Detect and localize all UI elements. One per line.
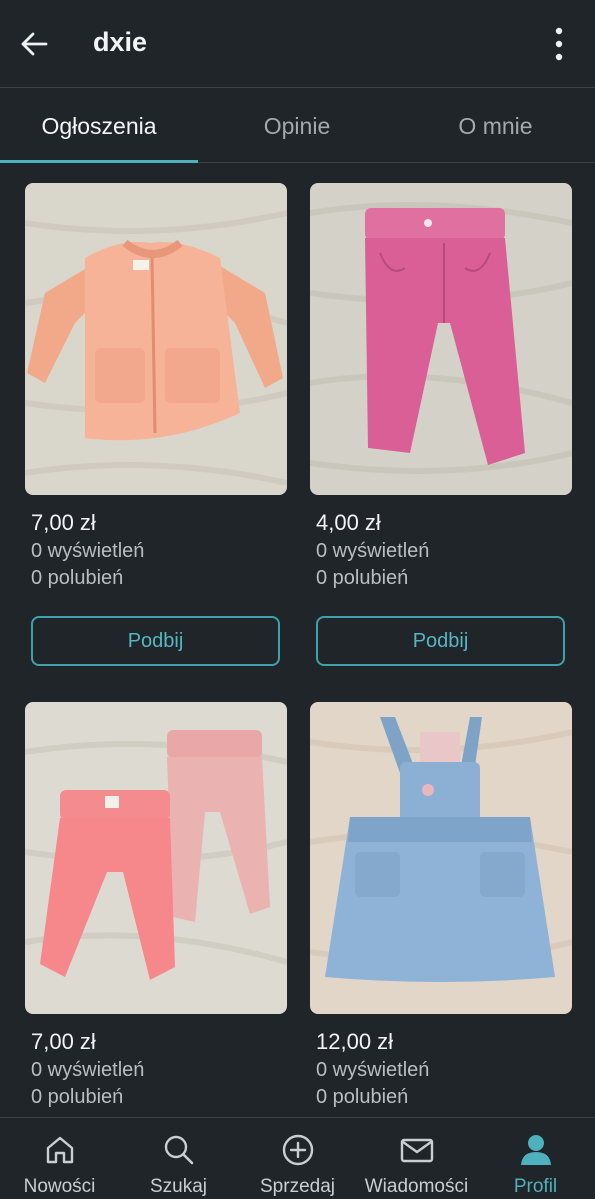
listing-price: 7,00 zł — [31, 1029, 96, 1054]
search-icon — [164, 1135, 193, 1165]
nav-label: Profil — [513, 1176, 558, 1197]
listing-likes: 0 polubień — [316, 1086, 409, 1108]
boost-button[interactable]: Podbij — [31, 616, 280, 666]
plus-circle-icon — [282, 1134, 313, 1166]
tab-label: Opinie — [263, 112, 331, 139]
nav-label: Szukaj — [149, 1176, 208, 1197]
listing-likes: 0 polubień — [31, 567, 124, 589]
tab-about[interactable]: O mnie — [396, 89, 595, 163]
boost-button[interactable]: Podbij — [316, 616, 565, 666]
listing-photo-leggings[interactable] — [25, 702, 287, 1014]
nav-item-news[interactable]: Nowości — [0, 1118, 119, 1199]
listing-photo-pants[interactable] — [310, 183, 572, 495]
home-icon — [46, 1136, 73, 1164]
listing-price: 7,00 zł — [31, 510, 96, 535]
page-title: dxie — [93, 27, 148, 57]
nav-label: Sprzedaj — [260, 1176, 335, 1197]
tab-listings[interactable]: Ogłoszenia — [0, 89, 198, 163]
listing-views: 0 wyświetleń — [316, 1059, 430, 1081]
listing-card[interactable]: 12,00 zł 0 wyświetleń 0 polubień — [310, 702, 572, 1108]
listing-views: 0 wyświetleń — [31, 1059, 145, 1081]
nav-label: Nowości — [23, 1176, 96, 1197]
nav-item-sell[interactable]: Sprzedaj — [238, 1118, 357, 1199]
tab-label: Ogłoszenia — [41, 112, 157, 139]
tab-label: O mnie — [458, 112, 533, 139]
nav-label: Wiadomości — [364, 1176, 469, 1197]
listing-card[interactable]: 4,00 zł 0 wyświetleń 0 polubień Podbij — [310, 183, 572, 666]
listing-card[interactable]: 7,00 zł 0 wyświetleń 0 polubień Podbij — [25, 183, 287, 666]
nav-item-profile[interactable]: Profil — [476, 1118, 595, 1199]
more-options-button[interactable] — [545, 24, 573, 64]
listing-views: 0 wyświetleń — [31, 540, 145, 562]
top-app-bar: dxie — [0, 0, 595, 88]
arrow-left-icon — [21, 32, 48, 56]
bottom-navigation: Nowości Szukaj Sprzedaj Wiadomości Profi… — [0, 1117, 595, 1199]
more-vertical-icon — [555, 27, 563, 61]
listing-photo-denim-dress[interactable] — [310, 702, 572, 1014]
active-tab-indicator — [0, 160, 198, 163]
listing-card[interactable]: 7,00 zł 0 wyświetleń 0 polubień — [25, 702, 287, 1108]
listing-photo-jacket[interactable] — [25, 183, 287, 495]
nav-item-messages[interactable]: Wiadomości — [357, 1118, 476, 1199]
mail-icon — [400, 1138, 433, 1163]
profile-tabs: Ogłoszenia Opinie O mnie — [0, 89, 595, 163]
listing-price: 4,00 zł — [316, 510, 381, 535]
listing-views: 0 wyświetleń — [316, 540, 430, 562]
listing-price: 12,00 zł — [316, 1029, 394, 1054]
profile-icon — [520, 1135, 551, 1165]
listing-likes: 0 polubień — [316, 567, 409, 589]
listing-likes: 0 polubień — [31, 1086, 124, 1108]
back-button[interactable] — [16, 26, 52, 62]
nav-item-search[interactable]: Szukaj — [119, 1118, 238, 1199]
tab-reviews[interactable]: Opinie — [198, 89, 396, 163]
